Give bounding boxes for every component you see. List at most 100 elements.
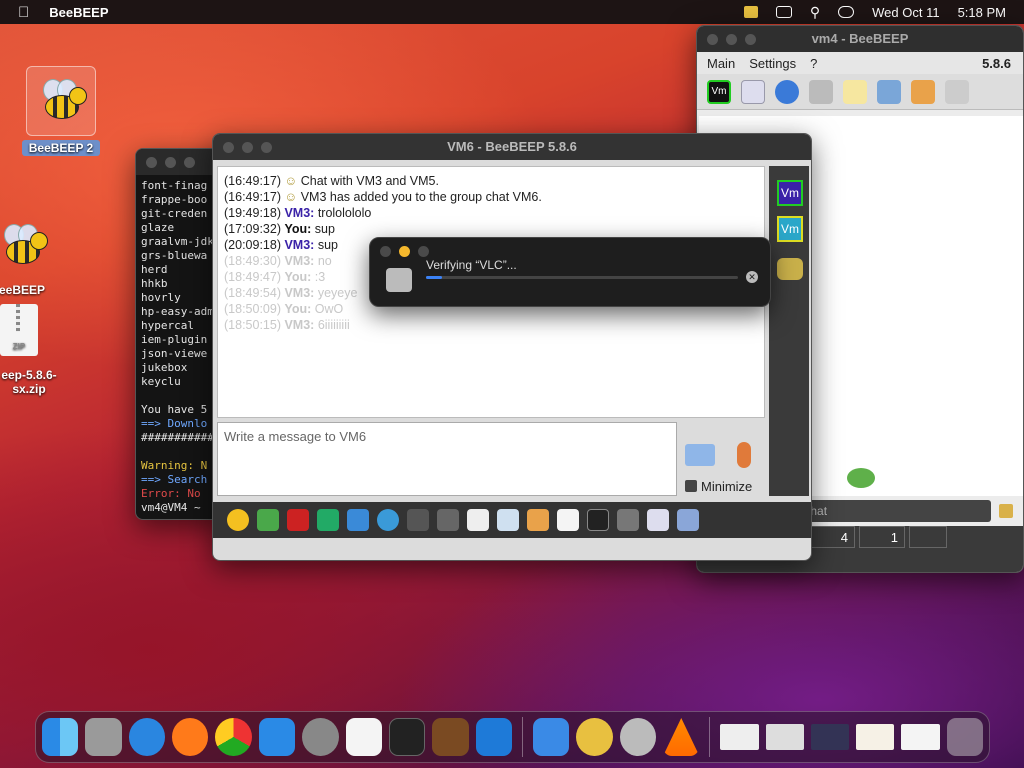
- chat-bubble-icon[interactable]: [847, 468, 875, 488]
- window-thumbnail-icon[interactable]: [856, 724, 895, 750]
- export-icon[interactable]: [497, 509, 519, 531]
- desktop-icon-beebeep[interactable]: eeBEEP: [0, 222, 52, 297]
- menu-help[interactable]: ?: [810, 56, 817, 71]
- user-badge-vm3[interactable]: Vm: [777, 180, 803, 206]
- apple-icon[interactable]: : [18, 4, 29, 21]
- user-sidebar: Vm Vm: [769, 166, 809, 496]
- chrome-icon[interactable]: [215, 718, 252, 756]
- window-icon[interactable]: [617, 509, 639, 531]
- notes-icon[interactable]: [647, 509, 669, 531]
- terminal-titlebar[interactable]: [136, 149, 224, 175]
- finder-icon[interactable]: [42, 718, 79, 756]
- tab-extra[interactable]: [909, 526, 947, 548]
- terminal-output[interactable]: font-finag frappe-boo git-creden glaze graal…: [136, 175, 224, 519]
- spellcheck-icon[interactable]: [407, 509, 429, 531]
- minimize-checkbox[interactable]: [685, 480, 697, 492]
- window-thumbnail-icon[interactable]: [765, 724, 804, 750]
- desktop-icon-beebeep2[interactable]: BeeBEEP 2: [22, 66, 100, 156]
- zoom-button[interactable]: [261, 142, 272, 153]
- chats-count: 4: [840, 530, 848, 545]
- message-time: (16:49:17): [224, 190, 285, 204]
- font-icon[interactable]: [287, 509, 309, 531]
- vm-status-button[interactable]: Vm: [707, 79, 731, 104]
- desktop-icon-label: eeBEEP: [0, 283, 46, 297]
- close-button[interactable]: [223, 142, 234, 153]
- status-area: ⚲ Wed Oct 11 5:18 PM: [743, 0, 1006, 24]
- plugins-icon[interactable]: [877, 79, 901, 104]
- control-center-icon[interactable]: [838, 6, 855, 18]
- gear-icon[interactable]: [377, 509, 399, 531]
- terminal-line: git-creden: [141, 207, 208, 220]
- desktop-icon-zip[interactable]: ZIP eep-5.8.6- sx.zip: [0, 304, 64, 396]
- bee-menu-icon[interactable]: [743, 6, 758, 18]
- bee-icon: [0, 222, 48, 268]
- vm4-titlebar[interactable]: vm4 - BeeBEEP: [697, 26, 1023, 52]
- terminal-line: grs-bluewa: [141, 249, 208, 262]
- vscode-icon[interactable]: [475, 718, 513, 756]
- minimize-button[interactable]: [165, 157, 176, 168]
- filter-icon[interactable]: [347, 509, 369, 531]
- minimize-button[interactable]: [399, 246, 410, 257]
- date-label[interactable]: Wed Oct 11: [872, 5, 939, 20]
- emoji-icon[interactable]: [227, 509, 249, 531]
- launchpad-icon[interactable]: [85, 718, 122, 756]
- system-settings-icon[interactable]: [302, 718, 339, 756]
- screen-mirror-icon[interactable]: [775, 6, 792, 18]
- html-icon[interactable]: [557, 509, 579, 531]
- window-thumbnail-icon[interactable]: [810, 724, 850, 750]
- zoom-button[interactable]: [418, 246, 429, 257]
- clear-search-icon[interactable]: [999, 504, 1013, 518]
- close-button[interactable]: [146, 157, 157, 168]
- compact-icon[interactable]: [467, 509, 489, 531]
- message-input[interactable]: Write a message to VM6: [217, 422, 677, 496]
- terminal-icon[interactable]: [388, 718, 426, 756]
- minimize-button[interactable]: [242, 142, 253, 153]
- chat-message: (16:49:17) ☺ VM3 has added you to the gr…: [224, 189, 758, 205]
- quicktime-icon[interactable]: [619, 718, 657, 756]
- save-icon[interactable]: [677, 509, 699, 531]
- garageband-icon[interactable]: [432, 718, 469, 756]
- folder-icon[interactable]: [527, 509, 549, 531]
- color-icon[interactable]: [317, 509, 339, 531]
- screenshot-icon[interactable]: [587, 509, 609, 531]
- share-icon[interactable]: [809, 79, 833, 104]
- menu-main[interactable]: Main: [707, 56, 735, 71]
- vlc-icon[interactable]: [663, 718, 700, 756]
- tab-chats[interactable]: 4: [809, 526, 855, 548]
- window-thumbnail-icon[interactable]: [720, 724, 759, 750]
- time-label[interactable]: 5:18 PM: [958, 5, 1006, 20]
- vm6-chat-window[interactable]: VM6 - BeeBEEP 5.8.6 (16:49:17) ☺ Chat wi…: [212, 133, 812, 561]
- dictionary-icon[interactable]: [437, 509, 459, 531]
- tab-users[interactable]: 1: [859, 526, 905, 548]
- search-icon[interactable]: ⚲: [810, 4, 820, 21]
- weather-icon[interactable]: [532, 718, 570, 756]
- trash-icon[interactable]: [946, 718, 984, 756]
- zoom-button[interactable]: [184, 157, 195, 168]
- textedit-icon[interactable]: [345, 718, 382, 756]
- message-sender: VM3:: [284, 238, 318, 252]
- safari-icon[interactable]: [128, 718, 166, 756]
- send-file-icon[interactable]: [685, 444, 715, 466]
- zoom-button[interactable]: [745, 34, 756, 45]
- message-icon[interactable]: [843, 79, 867, 104]
- close-button[interactable]: [380, 246, 391, 257]
- trash-icon[interactable]: [945, 79, 969, 104]
- microphone-icon[interactable]: [737, 442, 751, 468]
- app-store-icon[interactable]: [258, 718, 296, 756]
- group-users-icon[interactable]: [777, 258, 803, 280]
- terminal-line: ==> Downlo: [141, 417, 208, 430]
- beebeep-icon[interactable]: [576, 718, 613, 756]
- menu-settings[interactable]: Settings: [749, 56, 796, 71]
- window-thumbnail-icon[interactable]: [901, 724, 940, 750]
- cancel-icon[interactable]: ✕: [746, 271, 758, 283]
- vm6-titlebar[interactable]: VM6 - BeeBEEP 5.8.6: [213, 134, 811, 160]
- edit-profile-icon[interactable]: [741, 79, 765, 104]
- mail-icon[interactable]: [257, 509, 279, 531]
- app-menu-name[interactable]: BeeBEEP: [49, 5, 108, 20]
- firefox-icon[interactable]: [172, 718, 209, 756]
- folder-icon[interactable]: [911, 79, 935, 104]
- minimize-button[interactable]: [726, 34, 737, 45]
- network-icon[interactable]: [775, 79, 799, 104]
- user-badge-vm5[interactable]: Vm: [777, 216, 803, 242]
- close-button[interactable]: [707, 34, 718, 45]
